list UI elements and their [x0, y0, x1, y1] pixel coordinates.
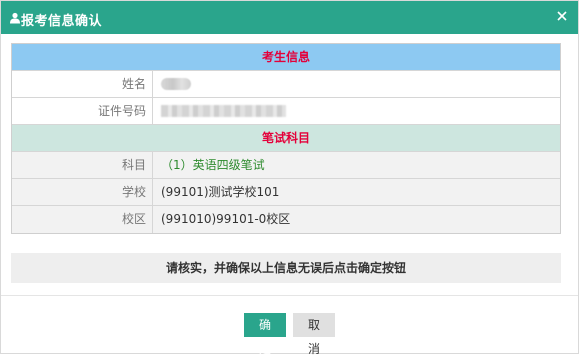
- id-number-value: [153, 98, 560, 124]
- close-icon[interactable]: [554, 8, 570, 24]
- name-value: [153, 71, 560, 97]
- table-row-name: 姓名: [12, 71, 560, 98]
- redacted-name: [161, 77, 191, 90]
- footer-divider: [1, 295, 578, 296]
- redacted-id-number: [161, 104, 286, 117]
- info-table: 考生信息 姓名 证件号码 笔试科目 科目 （1）英语四级笔试 学校 (99101…: [11, 43, 561, 234]
- name-label: 姓名: [12, 71, 153, 97]
- table-row-school: 学校 (99101)测试学校101: [12, 179, 560, 206]
- dialog-titlebar: 报考信息确认: [1, 1, 578, 34]
- table-row-campus: 校区 (991010)99101-0校区: [12, 206, 560, 233]
- confirmation-notice: 请核实，并确保以上信息无误后点击确定按钮: [11, 253, 561, 283]
- id-number-label: 证件号码: [12, 98, 153, 124]
- subject-label: 科目: [12, 152, 153, 178]
- school-value: (99101)测试学校101: [161, 185, 280, 199]
- subject-value: （1）英语四级笔试: [161, 158, 265, 172]
- candidate-section-header: 考生信息: [12, 44, 560, 71]
- confirm-button[interactable]: 确定: [244, 313, 286, 356]
- user-icon: [10, 12, 20, 24]
- campus-label: 校区: [12, 206, 153, 233]
- cancel-button[interactable]: 取消: [293, 313, 335, 356]
- campus-value: (991010)99101-0校区: [161, 212, 291, 226]
- table-row-id: 证件号码: [12, 98, 560, 125]
- table-row-subject: 科目 （1）英语四级笔试: [12, 152, 560, 179]
- dialog-title: 报考信息确认: [21, 14, 103, 29]
- school-label: 学校: [12, 179, 153, 205]
- exam-confirm-dialog: 报考信息确认 考生信息 姓名 证件号码 笔试科目 科目 （1）英语四级笔试 学校…: [0, 0, 579, 356]
- exam-section-header: 笔试科目: [12, 125, 560, 152]
